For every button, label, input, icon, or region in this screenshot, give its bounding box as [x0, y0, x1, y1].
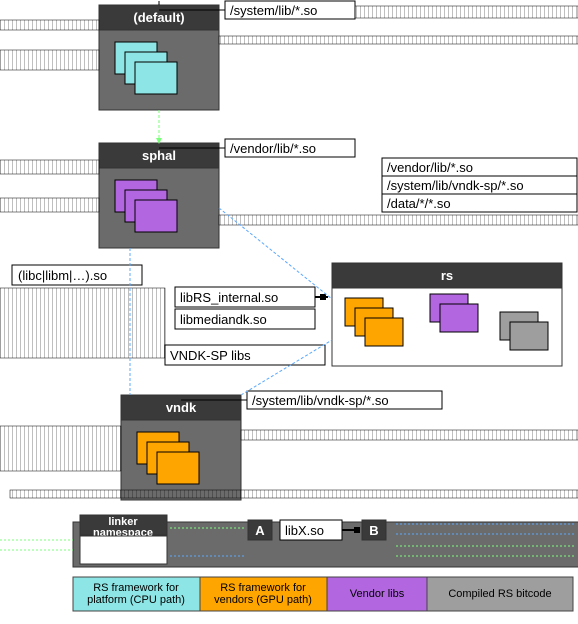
svg-text:A: A: [255, 523, 265, 538]
namespace-sphal: sphal /vendor/lib/*.so /vendor/lib/*.so …: [99, 139, 577, 248]
legend-top: linker namespace A libX.so B: [0, 515, 578, 567]
namespace-vndk-title: vndk: [166, 400, 197, 415]
svg-text:Vendor libs: Vendor libs: [350, 588, 405, 600]
svg-text:VNDK-SP libs: VNDK-SP libs: [170, 348, 251, 363]
sphal-search-path: /vendor/lib/*.so: [230, 141, 316, 156]
detail-librs: libRS_internal.so: [175, 287, 328, 307]
linker-namespace-diagram: (default) /system/lib/*.so sphal /vendor…: [0, 0, 578, 624]
svg-text:vendors (GPU path): vendors (GPU path): [214, 594, 312, 606]
namespace-rs: rs: [332, 263, 562, 366]
default-search-path: /system/lib/*.so: [230, 3, 317, 18]
svg-text:RS framework for: RS framework for: [220, 582, 306, 594]
svg-text:libX.so: libX.so: [285, 523, 324, 538]
svg-text:libRS_internal.so: libRS_internal.so: [180, 290, 278, 305]
svg-text:libmediandk.so: libmediandk.so: [180, 312, 267, 327]
svg-text:B: B: [369, 523, 378, 538]
sphal-perm-1: /system/lib/vndk-sp/*.so: [387, 178, 524, 193]
svg-text:platform (CPU path): platform (CPU path): [87, 594, 185, 606]
svg-text:(libc|libm|…).so: (libc|libm|…).so: [18, 268, 107, 283]
namespace-vndk: vndk /system/lib/vndk-sp/*.so: [121, 391, 442, 500]
namespace-default: (default) /system/lib/*.so: [99, 1, 355, 110]
detail-vndk-sp-libs: VNDK-SP libs: [165, 345, 325, 365]
detail-libmediandk: libmediandk.so: [175, 309, 315, 329]
namespace-default-title: (default): [133, 10, 184, 25]
namespace-sphal-title: sphal: [142, 148, 176, 163]
vndk-search-path: /system/lib/vndk-sp/*.so: [252, 393, 389, 408]
svg-text:Compiled RS bitcode: Compiled RS bitcode: [448, 588, 551, 600]
svg-text:RS framework for: RS framework for: [93, 582, 179, 594]
sphal-perm-0: /vendor/lib/*.so: [387, 160, 473, 175]
namespace-rs-title: rs: [441, 268, 453, 283]
detail-libc: (libc|libm|…).so: [12, 265, 142, 285]
sphal-perm-2: /data/*/*.so: [387, 196, 451, 211]
legend-colors: RS framework for platform (CPU path) RS …: [73, 577, 573, 611]
